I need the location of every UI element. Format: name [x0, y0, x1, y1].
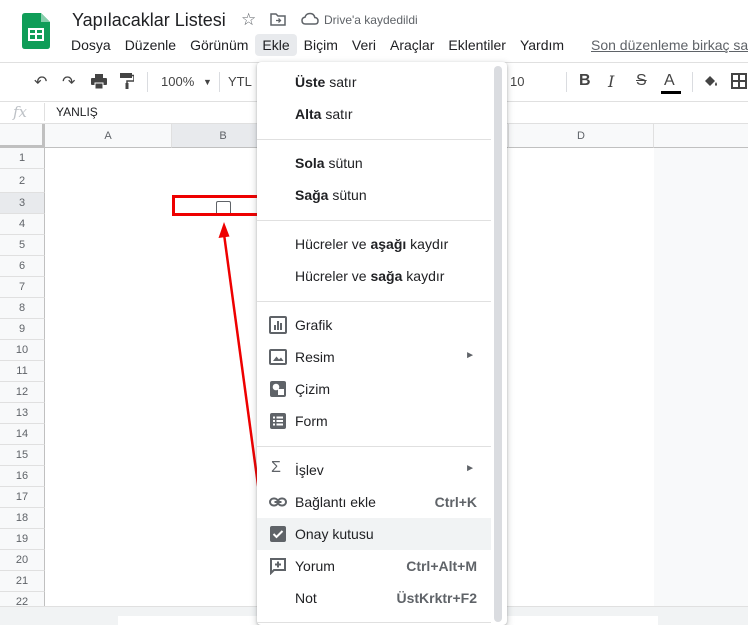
row-header[interactable]: 2 [0, 169, 45, 193]
annotation-highlight-box [172, 195, 267, 216]
menu-file[interactable]: Dosya [64, 34, 118, 56]
row-header[interactable]: 7 [0, 277, 45, 298]
insert-column-left[interactable]: Sola sütun [257, 147, 491, 179]
fill-color-icon[interactable] [702, 72, 718, 94]
insert-chart[interactable]: Grafik [257, 309, 491, 341]
row-header[interactable]: 14 [0, 424, 45, 445]
row-header[interactable]: 21 [0, 571, 45, 592]
drawing-icon [269, 380, 287, 398]
image-icon [269, 348, 287, 366]
menu-view[interactable]: Görünüm [183, 34, 255, 56]
menu-insert[interactable]: Ekle [255, 34, 297, 56]
sigma-icon: Σ [271, 459, 281, 476]
insert-comment[interactable]: Yorum Ctrl+Alt+M [257, 550, 491, 582]
form-icon [269, 412, 287, 430]
insert-link[interactable]: Bağlantı ekle Ctrl+K [257, 486, 491, 518]
submenu-arrow-icon: ► [465, 463, 475, 474]
row-header[interactable]: 15 [0, 445, 45, 466]
row-header[interactable]: 4 [0, 214, 45, 235]
row-header[interactable]: 8 [0, 298, 45, 319]
row-header[interactable]: 16 [0, 466, 45, 487]
font-size-select[interactable]: 10 [510, 74, 524, 89]
row-header[interactable]: 18 [0, 508, 45, 529]
row-header[interactable]: 10 [0, 340, 45, 361]
row-header[interactable]: 19 [0, 529, 45, 550]
document-title[interactable]: Yapılacaklar Listesi [72, 10, 226, 31]
zoom-select[interactable]: 100% [161, 74, 194, 89]
redo-icon[interactable]: ↷ [62, 72, 75, 92]
row-header[interactable]: 5 [0, 235, 45, 256]
move-folder-icon[interactable] [270, 12, 286, 26]
paint-format-icon[interactable] [120, 72, 135, 94]
insert-image[interactable]: Resim ► [257, 341, 491, 373]
row-header[interactable]: 1 [0, 148, 45, 169]
bold-icon[interactable]: B [579, 72, 591, 90]
checkbox-icon [269, 525, 287, 543]
save-status: Drive'a kaydedildi [324, 13, 418, 27]
menu-edit[interactable]: Düzenle [118, 34, 183, 56]
menu-data[interactable]: Veri [345, 34, 383, 56]
insert-menu: Üste satır Alta satır Sola sütun Sağa sü… [257, 62, 507, 625]
insert-note[interactable]: Not ÜstKrktr+F2 [257, 582, 491, 614]
menu-bar: Dosya Düzenle Görünüm Ekle Biçim Veri Araçlar E… [64, 34, 571, 58]
row-header[interactable]: 20 [0, 550, 45, 571]
row-header[interactable]: 13 [0, 403, 45, 424]
chevron-down-icon[interactable]: ▼ [203, 77, 212, 87]
submenu-arrow-icon: ► [465, 350, 475, 361]
strikethrough-icon[interactable]: S [636, 72, 647, 90]
insert-drawing[interactable]: Çizim [257, 373, 491, 405]
formula-input[interactable]: YANLIŞ [56, 105, 98, 119]
row-header[interactable]: 17 [0, 487, 45, 508]
italic-icon[interactable]: I [608, 72, 614, 91]
cloud-saved-icon[interactable] [301, 12, 319, 26]
menu-scrollbar[interactable] [494, 66, 502, 622]
insert-form[interactable]: Form [257, 405, 491, 437]
menu-format[interactable]: Biçim [297, 34, 345, 56]
insert-row-below[interactable]: Alta satır [257, 98, 491, 130]
last-edit-link[interactable]: Son düzenleme birkaç sa [591, 37, 748, 53]
star-icon[interactable]: ☆ [241, 10, 256, 30]
row-header[interactable]: 6 [0, 256, 45, 277]
insert-cells-shift-down[interactable]: Hücreler ve aşağı kaydır [257, 228, 491, 260]
row-header[interactable]: 12 [0, 382, 45, 403]
chart-icon [269, 316, 287, 334]
insert-cells-shift-right[interactable]: Hücreler ve sağa kaydır [257, 260, 491, 292]
insert-column-right[interactable]: Sağa sütun [257, 179, 491, 211]
insert-function[interactable]: Σ İşlev ► [257, 454, 491, 486]
print-icon[interactable] [91, 72, 107, 94]
menu-help[interactable]: Yardım [513, 34, 571, 56]
column-header[interactable]: A [45, 124, 172, 148]
link-icon [269, 493, 287, 511]
menu-tools[interactable]: Araçlar [383, 34, 441, 56]
text-color-icon[interactable]: A [661, 72, 681, 94]
borders-icon[interactable] [731, 72, 747, 94]
row-header[interactable]: 11 [0, 361, 45, 382]
fx-icon: fx [13, 103, 28, 121]
row-header[interactable]: 3 [0, 193, 45, 214]
column-header[interactable]: D [509, 124, 654, 148]
menu-addons[interactable]: Eklentiler [441, 34, 513, 56]
row-header[interactable]: 9 [0, 319, 45, 340]
sheets-logo[interactable] [22, 13, 50, 49]
select-all-corner[interactable] [0, 124, 45, 148]
currency-format-button[interactable]: YTL [228, 74, 252, 89]
insert-row-above[interactable]: Üste satır [257, 66, 491, 98]
undo-icon[interactable]: ↶ [34, 72, 47, 92]
insert-checkbox[interactable]: Onay kutusu [257, 518, 491, 550]
comment-add-icon [269, 557, 287, 576]
